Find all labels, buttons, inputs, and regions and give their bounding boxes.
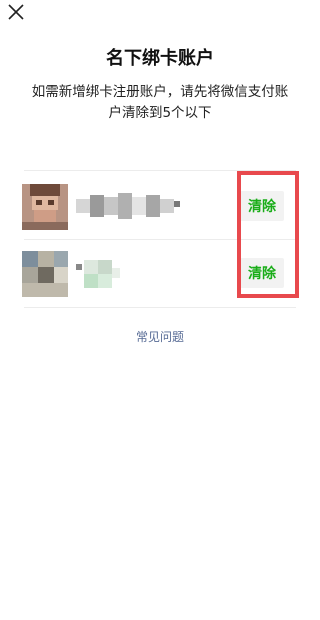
page-title: 名下绑卡账户 [106,48,214,69]
account-name-blurred [76,191,196,221]
account-row: 清除 [22,239,296,306]
close-icon [8,4,24,20]
avatar [22,251,68,297]
close-button[interactable] [6,2,26,22]
account-row: 清除 [22,173,296,239]
description-text: 如需新增绑卡注册账户，请先将微信支付账户清除到5个以下 [31,84,289,121]
faq-link[interactable]: 常见问题 [0,328,320,345]
account-list: 清除 清除 [22,170,296,308]
clear-button[interactable]: 清除 [240,191,284,221]
account-name-blurred [76,258,196,288]
clear-button[interactable]: 清除 [240,258,284,288]
avatar [22,184,68,230]
